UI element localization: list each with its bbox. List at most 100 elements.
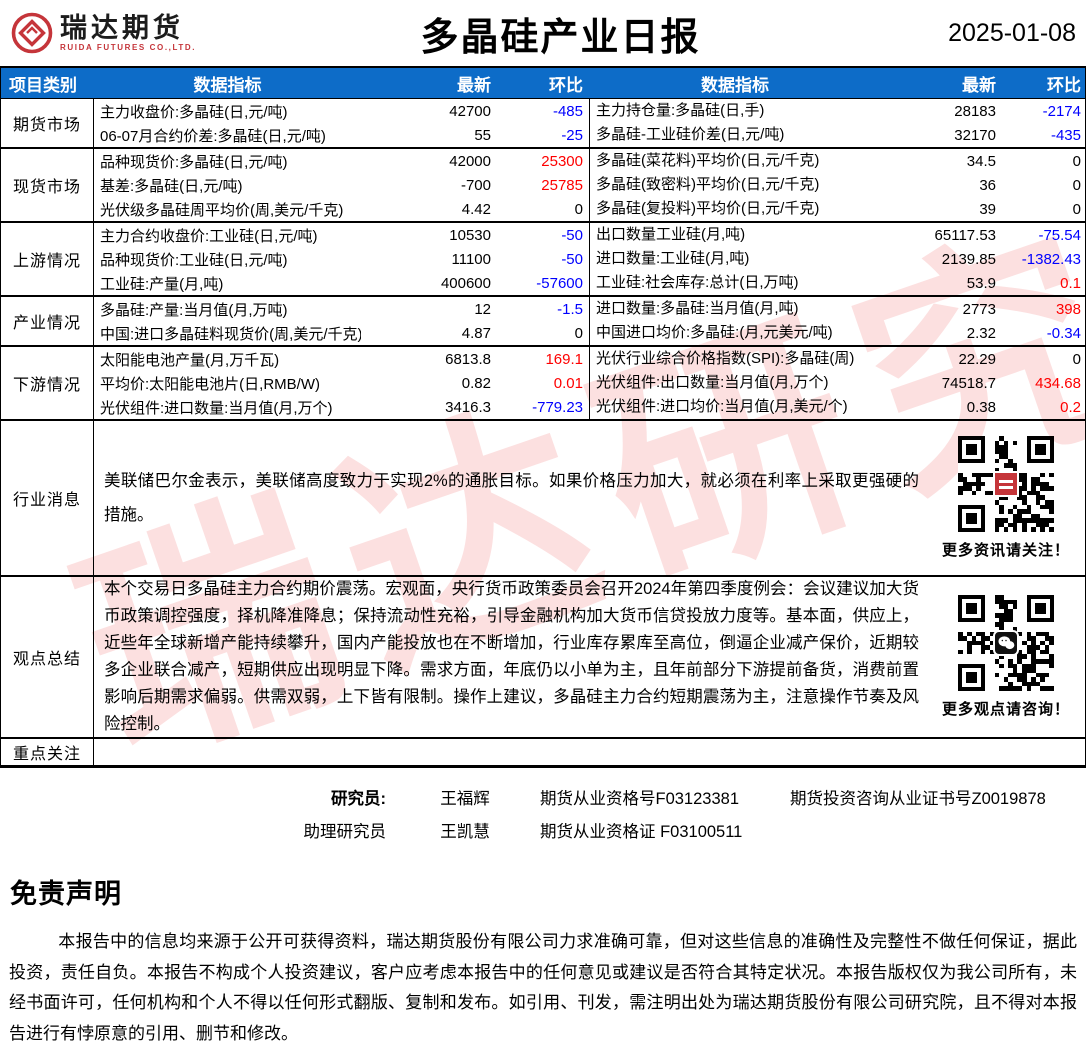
change-cell: -435 bbox=[1050, 126, 1081, 144]
indicator-cell: 多晶硅(致密料)平均价(日,元/千克) bbox=[589, 173, 881, 197]
section-summary: 观点总结 本个交易日多晶硅主力合约期价震荡。宏观面，央行货币政策委员会召开202… bbox=[1, 575, 1085, 737]
table-row: 光伏级多晶硅周平均价(周,美元/千克) 4.42 0 多晶硅(复投料)平均价(日… bbox=[94, 197, 1086, 221]
change-cell: 25785 bbox=[541, 176, 583, 194]
researcher-cert: 期货投资咨询从业证书号Z0019878 bbox=[790, 789, 1046, 808]
qr-finder bbox=[958, 595, 985, 622]
wechat-qr-code bbox=[958, 595, 1054, 691]
section-downstream: 下游情况 太阳能电池产量(月,万千瓦) 6813.8 169.1 光伏行业综合价… bbox=[1, 345, 1085, 419]
disclaimer-body: 本报告中的信息均来源于公开可获得资料，瑞达期货股份有限公司力求准确可靠，但对这些… bbox=[9, 932, 1077, 1043]
qr-finder bbox=[958, 505, 985, 532]
change-cell: 169.1 bbox=[545, 350, 583, 368]
indicator-cell: 多晶硅-工业硅价差(日,元/吨) bbox=[589, 123, 881, 147]
change-cell: 434.68 bbox=[1035, 374, 1081, 392]
table-row: 中国:进口多晶硅料现货价(周,美元/千克) 4.87 0 中国进口均价:多晶硅:… bbox=[94, 321, 1086, 345]
indicator-cell: 基差:多晶硅(日,元/吨) bbox=[100, 177, 243, 195]
change-cell: 398 bbox=[1055, 300, 1081, 318]
change-cell: 0.01 bbox=[553, 374, 583, 392]
change-cell: -779.23 bbox=[532, 398, 583, 416]
industry-news-text: 美联储巴尔金表示，美联储高度致力于实现2%的通胀目标。如果价格压力加大，就必须在… bbox=[104, 472, 919, 524]
indicator-cell: 品种现货价:工业硅(日,元/吨) bbox=[100, 251, 288, 269]
value-cell: 12 bbox=[474, 300, 491, 318]
indicator-cell: 光伏组件:进口均价:当月值(月,美元/个) bbox=[589, 395, 881, 419]
indicator-cell: 光伏组件:出口数量:当月值(月,万个) bbox=[589, 371, 881, 395]
value-cell: 42700 bbox=[449, 102, 491, 120]
section-label: 期货市场 bbox=[1, 99, 94, 147]
section-industry: 产业情况 多晶硅:产量:当月值(月,万吨) 12 -1.5 进口数量:多晶硅:当… bbox=[1, 295, 1085, 345]
table-row: 品种现货价:多晶硅(日,元/吨) 42000 25300 多晶硅(菜花料)平均价… bbox=[94, 149, 1086, 173]
report-title: 多晶硅产业日报 bbox=[420, 16, 701, 59]
indicator-cell: 主力收盘价:多晶硅(日,元/吨) bbox=[100, 103, 288, 121]
qr-caption: 更多观点请咨询！ bbox=[941, 701, 1070, 718]
table-header-row: 项目类别 数据指标 最新 环比 数据指标 最新 环比 bbox=[1, 66, 1085, 98]
change-cell: 0.1 bbox=[1060, 274, 1081, 292]
wechat-icon bbox=[993, 630, 1019, 656]
change-cell: -2174 bbox=[1042, 102, 1081, 120]
key-focus-content bbox=[94, 739, 1085, 765]
change-cell: -0.34 bbox=[1046, 324, 1081, 342]
column-header-latest-2: 最新 bbox=[962, 75, 996, 95]
section-industry-news: 行业消息 美联储巴尔金表示，美联储高度致力于实现2%的通胀目标。如果价格压力加大… bbox=[1, 419, 1085, 575]
indicator-cell: 出口数量工业硅(月,吨) bbox=[589, 223, 881, 247]
change-cell: -50 bbox=[561, 226, 583, 244]
indicator-cell: 中国进口均价:多晶硅:(月,元美元/吨) bbox=[589, 321, 881, 345]
section-label: 现货市场 bbox=[1, 149, 94, 221]
value-cell: 53.9 bbox=[966, 274, 996, 292]
company-logo: 瑞达期货 RUIDA FUTURES CO.,LTD. bbox=[10, 11, 235, 55]
value-cell: 2.32 bbox=[966, 324, 996, 342]
disclaimer-title: 免责声明 bbox=[10, 879, 122, 909]
section-label: 观点总结 bbox=[1, 577, 94, 737]
indicator-cell: 多晶硅(菜花料)平均价(日,元/千克) bbox=[589, 149, 881, 173]
change-cell: 0 bbox=[574, 200, 583, 218]
section-label: 重点关注 bbox=[1, 739, 94, 765]
section-futures-market: 期货市场 主力收盘价:多晶硅(日,元/吨) 42700 -485 主力持仓量:多… bbox=[1, 98, 1085, 147]
value-cell: 36 bbox=[979, 176, 996, 194]
indicator-cell: 品种现货价:多晶硅(日,元/吨) bbox=[100, 153, 288, 171]
report-header: 瑞达期货 RUIDA FUTURES CO.,LTD. 多晶硅产业日报 2025… bbox=[0, 0, 1086, 66]
qr-finder bbox=[958, 664, 985, 691]
value-cell: 32170 bbox=[954, 126, 996, 144]
change-cell: -1.5 bbox=[557, 300, 583, 318]
change-cell: -25 bbox=[561, 126, 583, 144]
table-row: 主力收盘价:多晶硅(日,元/吨) 42700 -485 主力持仓量:多晶硅(日,… bbox=[94, 99, 1086, 123]
indicator-cell: 光伏行业综合价格指数(SPI):多晶硅(周) bbox=[589, 347, 881, 371]
researcher-line: 助理研究员 王凯慧 期货从业资格证 F03100511 bbox=[0, 813, 1086, 846]
column-header-change-1: 环比 bbox=[549, 75, 583, 95]
indicator-cell: 主力持仓量:多晶硅(日,手) bbox=[589, 99, 881, 123]
value-cell: 10530 bbox=[449, 226, 491, 244]
indicator-cell: 工业硅:产量(月,吨) bbox=[100, 275, 224, 293]
researcher-name: 王福辉 bbox=[440, 789, 490, 808]
value-cell: 0.82 bbox=[461, 374, 491, 392]
logo-text-cn: 瑞达期货 bbox=[60, 13, 184, 44]
table-row: 光伏组件:进口数量:当月值(月,万个) 3416.3 -779.23 光伏组件:… bbox=[94, 395, 1086, 419]
value-cell: 22.29 bbox=[958, 350, 996, 368]
value-cell: 6813.8 bbox=[445, 350, 491, 368]
table-row: 多晶硅:产量:当月值(月,万吨) 12 -1.5 进口数量:多晶硅:当月值(月,… bbox=[94, 297, 1086, 321]
change-cell: 0 bbox=[1072, 350, 1081, 368]
indicator-cell: 多晶硅:产量:当月值(月,万吨) bbox=[100, 301, 288, 319]
value-cell: 400600 bbox=[440, 274, 491, 292]
value-cell: 28183 bbox=[954, 102, 996, 120]
research-qr-code bbox=[958, 436, 1054, 532]
table-row: 品种现货价:工业硅(日,元/吨) 11100 -50 进口数量:工业硅(月,吨)… bbox=[94, 247, 1086, 271]
change-cell: -50 bbox=[561, 250, 583, 268]
researcher-line: 研究员: 王福辉 期货从业资格号F03123381 期货投资咨询从业证书号Z00… bbox=[0, 780, 1086, 813]
qr-finder bbox=[1027, 595, 1054, 622]
indicator-cell: 工业硅:社会库存:总计(日,万吨) bbox=[589, 271, 881, 295]
value-cell: 0.38 bbox=[966, 398, 996, 416]
value-cell: 4.42 bbox=[461, 200, 491, 218]
qr-finder bbox=[958, 436, 985, 463]
indicator-cell: 多晶硅(复投料)平均价(日,元/千克) bbox=[589, 197, 881, 221]
value-cell: 2773 bbox=[962, 300, 996, 318]
value-cell: 74518.7 bbox=[941, 374, 996, 392]
indicator-cell: 06-07月合约价差:多晶硅(日,元/吨) bbox=[100, 127, 326, 145]
table-row: 基差:多晶硅(日,元/吨) -700 25785 多晶硅(致密料)平均价(日,元… bbox=[94, 173, 1086, 197]
change-cell: 0 bbox=[574, 324, 583, 342]
summary-text: 本个交易日多晶硅主力合约期价震荡。宏观面，央行货币政策委员会召开2024年第四季… bbox=[104, 580, 919, 733]
column-header-category: 项目类别 bbox=[9, 75, 77, 95]
researcher-name: 王凯慧 bbox=[440, 822, 490, 841]
indicator-cell: 进口数量:工业硅(月,吨) bbox=[589, 247, 881, 271]
researcher-cert: 期货从业资格证 F03100511 bbox=[540, 822, 743, 841]
value-cell: 42000 bbox=[449, 152, 491, 170]
indicator-cell: 光伏组件:进口数量:当月值(月,万个) bbox=[100, 399, 333, 417]
section-label: 行业消息 bbox=[1, 421, 94, 575]
